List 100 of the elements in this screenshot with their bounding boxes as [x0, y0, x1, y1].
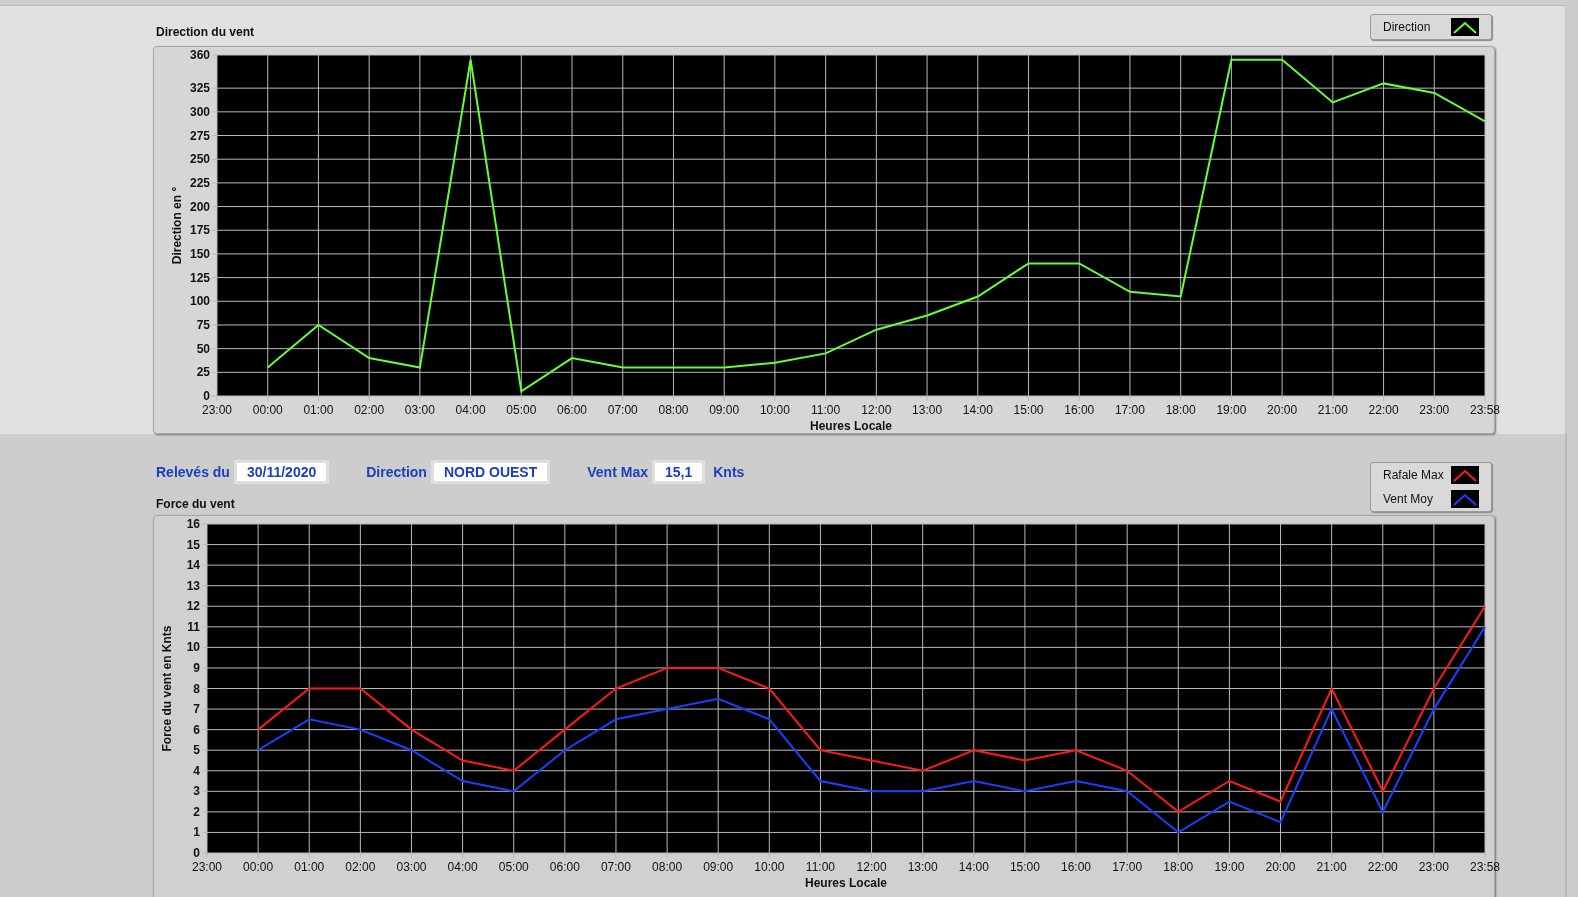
- tick-label: 225: [189, 175, 210, 190]
- tick-label: 16: [186, 517, 200, 531]
- tick-label: 00:00: [243, 860, 274, 874]
- tick-label: 20:00: [1267, 403, 1298, 417]
- tick-label: 18:00: [1165, 403, 1196, 417]
- tick-label: 150: [189, 246, 210, 261]
- tick-label: 5: [193, 743, 200, 758]
- tick-label: 06:00: [549, 860, 580, 874]
- chart-title: Force du vent: [156, 496, 236, 513]
- tick-label: 13:00: [907, 860, 938, 874]
- tick-label: 11: [187, 619, 200, 634]
- tick-label: 11:00: [805, 860, 835, 874]
- legend-label: Direction: [1383, 19, 1431, 36]
- tick-label: 4: [193, 763, 200, 778]
- tick-label: 1: [193, 825, 200, 840]
- tick-label: 8: [193, 681, 200, 696]
- tick-label: 04:00: [455, 403, 486, 417]
- tick-label: 0: [203, 389, 210, 403]
- tick-label: 05:00: [498, 860, 529, 874]
- tick-label: 16:00: [1061, 860, 1092, 874]
- tick-label: 10:00: [754, 860, 785, 874]
- tick-label: 10:00: [759, 403, 790, 417]
- tick-label: 09:00: [709, 403, 740, 417]
- tick-label: 20:00: [1265, 860, 1296, 874]
- tick-label: 125: [189, 270, 210, 285]
- readout-field: 15,1: [651, 460, 706, 484]
- tick-label: 9: [193, 660, 200, 675]
- legend-label: Rafale Max: [1383, 467, 1444, 484]
- axis-title: Heures Locale: [805, 876, 887, 890]
- tick-label: 19:00: [1214, 860, 1245, 874]
- tick-label: 13:00: [912, 403, 943, 417]
- tick-label: 04:00: [447, 860, 478, 874]
- tick-label: 01:00: [303, 403, 334, 417]
- tick-label: 250: [189, 152, 210, 167]
- tick-label: 07:00: [607, 403, 638, 417]
- tick-label: 10: [186, 640, 200, 655]
- tick-label: 13: [186, 578, 200, 593]
- axis-title: Heures Locale: [810, 419, 892, 433]
- tick-label: 200: [189, 199, 210, 214]
- tick-label: 22:00: [1368, 403, 1399, 417]
- tick-label: 09:00: [703, 860, 734, 874]
- readout-field: NORD OUEST: [430, 460, 551, 484]
- tick-label: 7: [193, 702, 200, 717]
- tick-label: 14:00: [958, 860, 989, 874]
- tick-label: 11:00: [811, 403, 841, 417]
- tick-label: 14: [186, 558, 200, 573]
- tick-label: 08:00: [652, 860, 683, 874]
- tick-label: 360: [189, 48, 210, 62]
- tick-label: 08:00: [658, 403, 689, 417]
- tick-label: 02:00: [345, 860, 376, 874]
- tick-label: 50: [196, 341, 210, 356]
- tick-label: 15: [186, 537, 200, 552]
- tick-label: 12:00: [861, 403, 892, 417]
- legend-label: Vent Moy: [1383, 491, 1434, 508]
- tick-label: 23:00: [192, 860, 222, 874]
- tick-label: 75: [196, 317, 210, 332]
- axis-title: Force du vent en Knts: [160, 625, 174, 752]
- field-label: Vent Max: [587, 462, 648, 482]
- tick-label: 23:58: [1470, 403, 1500, 417]
- tick-label: 15:00: [1013, 403, 1044, 417]
- tick-label: 03:00: [404, 403, 435, 417]
- tick-label: 19:00: [1216, 403, 1247, 417]
- tick-label: 2: [193, 804, 200, 819]
- tick-label: 23:58: [1470, 860, 1500, 874]
- tick-label: 02:00: [354, 403, 385, 417]
- tick-label: 23:00: [1419, 403, 1450, 417]
- tick-label: 12: [186, 599, 200, 614]
- readout-field: 30/11/2020: [233, 460, 330, 484]
- field-label: Direction: [366, 462, 427, 482]
- tick-label: 07:00: [600, 860, 631, 874]
- tick-label: 00:00: [252, 403, 283, 417]
- tick-label: 12:00: [856, 860, 887, 874]
- tick-label: 06:00: [557, 403, 588, 417]
- tick-label: 175: [189, 223, 210, 238]
- field-label: Relevés du: [156, 462, 230, 482]
- tick-label: 01:00: [294, 860, 325, 874]
- tick-label: 05:00: [506, 403, 537, 417]
- tick-label: 300: [189, 104, 210, 119]
- unit-label: Knts: [713, 462, 745, 482]
- tick-label: 25: [196, 365, 210, 380]
- tick-label: 17:00: [1114, 403, 1145, 417]
- tick-label: 325: [189, 81, 210, 96]
- tick-label: 18:00: [1163, 860, 1194, 874]
- tick-label: 21:00: [1317, 403, 1348, 417]
- tick-label: 21:00: [1316, 860, 1347, 874]
- tick-label: 275: [189, 128, 210, 143]
- tick-label: 16:00: [1064, 403, 1095, 417]
- tick-label: 100: [189, 294, 210, 309]
- tick-label: 0: [193, 846, 200, 860]
- tick-label: 23:00: [1418, 860, 1449, 874]
- tick-label: 17:00: [1112, 860, 1143, 874]
- tick-label: 15:00: [1009, 860, 1040, 874]
- tick-label: 14:00: [962, 403, 993, 417]
- axis-title: Direction en °: [170, 186, 184, 265]
- tick-label: 6: [193, 722, 200, 737]
- chart-title: Direction du vent: [156, 24, 254, 41]
- tick-label: 3: [193, 784, 200, 799]
- tick-label: 23:00: [202, 403, 232, 417]
- tick-label: 03:00: [396, 860, 427, 874]
- tick-label: 22:00: [1367, 860, 1398, 874]
